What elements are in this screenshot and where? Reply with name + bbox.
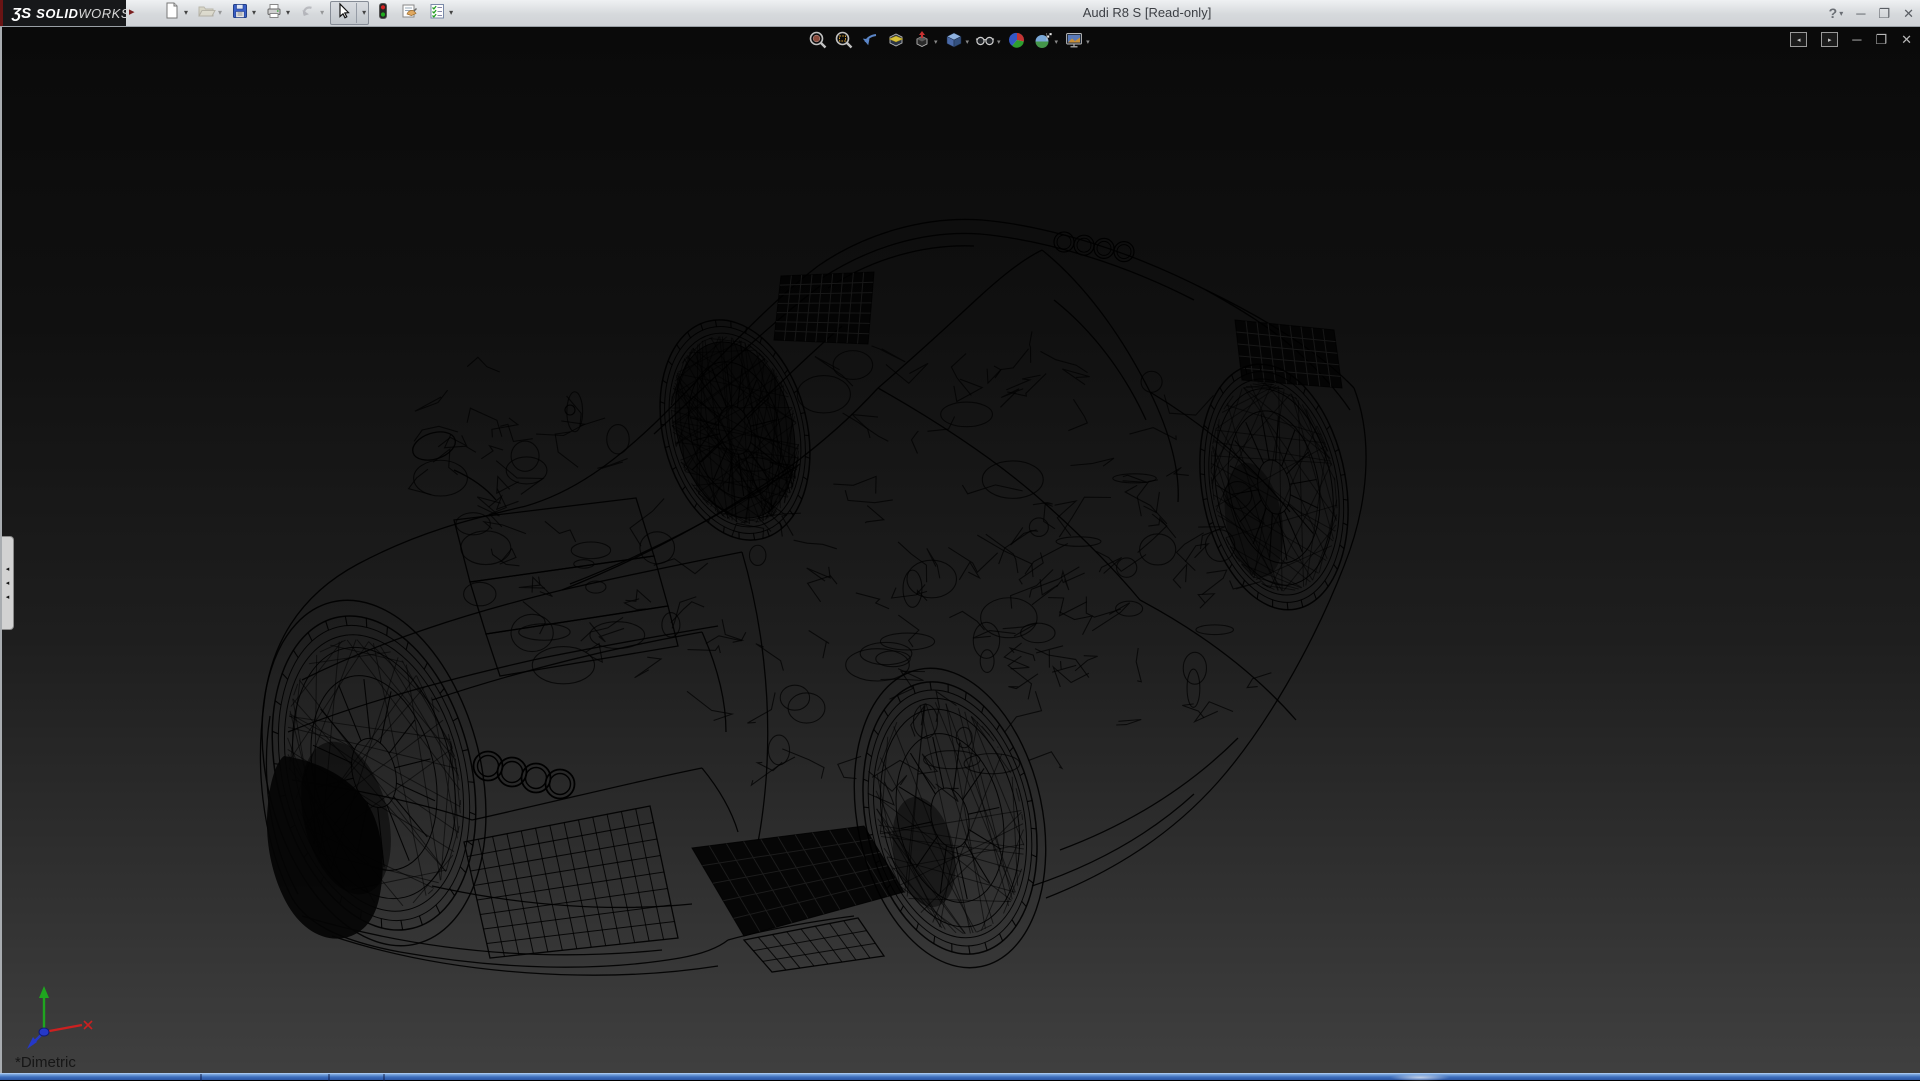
traffic-light-icon (375, 1, 391, 26)
menu-expand-arrow[interactable]: ▸ (129, 5, 135, 18)
edit-appearance-button[interactable] (1007, 30, 1027, 55)
hide-show-items-button[interactable]: ▾ (975, 30, 1001, 55)
pane-toggle-right-button[interactable]: ▸ (1821, 32, 1838, 47)
view-settings-button[interactable]: ▾ (1064, 30, 1090, 55)
zoom-to-fit-icon (808, 30, 828, 55)
help-icon: ? (1829, 5, 1838, 21)
close-button[interactable]: ✕ (1903, 7, 1914, 20)
previous-view-icon (860, 30, 880, 55)
dropdown-caret[interactable]: ▾ (449, 9, 453, 17)
collapse-arrow-icon: ◂ (6, 594, 10, 601)
select-cursor-icon (333, 1, 353, 26)
comment-icon (399, 1, 419, 26)
edit-appearance-icon (1007, 30, 1027, 55)
dropdown-caret[interactable]: ▾ (218, 9, 222, 17)
doc-minimize-button[interactable]: ─ (1852, 33, 1861, 46)
undo-icon (298, 1, 318, 26)
restore-button[interactable]: ❐ (1878, 7, 1890, 20)
options-button[interactable]: ▾ (425, 2, 455, 24)
zoom-to-fit-button[interactable] (808, 30, 828, 55)
section-view-button[interactable] (886, 30, 906, 55)
logo-red-stripe (0, 0, 3, 26)
open-button[interactable]: ▾ (194, 2, 224, 24)
dropdown-caret[interactable]: ▾ (1086, 39, 1090, 46)
view-settings-icon (1064, 30, 1084, 55)
solidworks-logo-mark: ƷS (12, 5, 31, 22)
zoom-to-area-icon (834, 30, 854, 55)
wireframe-car-model (2, 26, 1920, 1080)
dropdown-caret[interactable]: ▾ (997, 39, 1001, 46)
apply-scene-button[interactable]: ▾ (1033, 30, 1059, 55)
document-window-controls: ◂ ▸ ─ ❐ ✕ (1790, 32, 1912, 47)
open-icon (196, 1, 216, 26)
main-toolbar: ▾ ▾ ▾ ▾ ▾ ▾ (160, 1, 455, 25)
brand-name-light: WORKS (78, 6, 130, 21)
dropdown-caret[interactable]: ▾ (286, 9, 290, 17)
dropdown-caret[interactable]: ▾ (966, 39, 970, 46)
graphics-viewport[interactable]: ▾ ▾ ▾ ▾ ▾ ◂ ▸ ─ ❐ ✕ ◂ ◂ ◂ (0, 26, 1920, 1080)
help-dropdown-caret: ▾ (1839, 9, 1843, 18)
dropdown-caret[interactable]: ▾ (184, 9, 188, 17)
dropdown-caret[interactable]: ▾ (362, 9, 366, 17)
collapse-arrow-icon: ◂ (6, 566, 10, 573)
apply-scene-icon (1033, 30, 1053, 55)
select-button[interactable]: ▾ (330, 1, 369, 25)
title-bar: ƷS SOLIDWORKS ▸ ▾ ▾ ▾ ▾ ▾ (0, 0, 1920, 27)
display-style-button[interactable]: ▾ (944, 30, 970, 55)
print-icon (264, 1, 284, 26)
hide-show-items-icon (975, 30, 995, 55)
brand-name-bold: SOLID (36, 6, 78, 21)
feature-panel-splitter[interactable]: ◂ ◂ ◂ (2, 536, 14, 630)
zoom-to-area-button[interactable] (834, 30, 854, 55)
traffic-light-button[interactable] (373, 2, 393, 24)
view-orientation-button[interactable]: ▾ (912, 30, 938, 55)
dropdown-caret[interactable]: ▾ (252, 9, 256, 17)
orientation-triad (24, 982, 96, 1054)
pane-toggle-left-button[interactable]: ◂ (1790, 32, 1807, 47)
display-style-icon (944, 30, 964, 55)
heads-up-view-toolbar: ▾ ▾ ▾ ▾ ▾ (808, 30, 1090, 55)
window-title: Audi R8 S [Read-only] (1042, 0, 1252, 26)
save-button[interactable]: ▾ (228, 2, 258, 24)
print-button[interactable]: ▾ (262, 2, 292, 24)
help-button[interactable]: ? ▾ (1829, 5, 1844, 21)
comment-button[interactable] (397, 2, 421, 24)
previous-view-button[interactable] (860, 30, 880, 55)
collapse-arrow-icon: ◂ (6, 580, 10, 587)
new-document-button[interactable]: ▾ (160, 2, 190, 24)
section-view-icon (886, 30, 906, 55)
doc-restore-button[interactable]: ❐ (1875, 33, 1887, 46)
new-document-icon (162, 1, 182, 26)
options-checklist-icon (427, 1, 447, 26)
view-orientation-icon (912, 30, 932, 55)
dropdown-caret[interactable]: ▾ (934, 39, 938, 46)
window-controls: ? ▾ ─ ❐ ✕ (1829, 0, 1914, 26)
view-orientation-label: *Dimetric (15, 1054, 76, 1071)
minimize-button[interactable]: ─ (1856, 7, 1865, 20)
taskbar-edge[interactable] (0, 1073, 1920, 1080)
solidworks-logo: ƷS SOLIDWORKS (0, 0, 126, 26)
save-icon (230, 1, 250, 26)
dropdown-caret[interactable]: ▾ (320, 9, 324, 17)
dropdown-caret[interactable]: ▾ (1055, 39, 1059, 46)
undo-button[interactable]: ▾ (296, 2, 326, 24)
doc-close-button[interactable]: ✕ (1901, 33, 1912, 46)
